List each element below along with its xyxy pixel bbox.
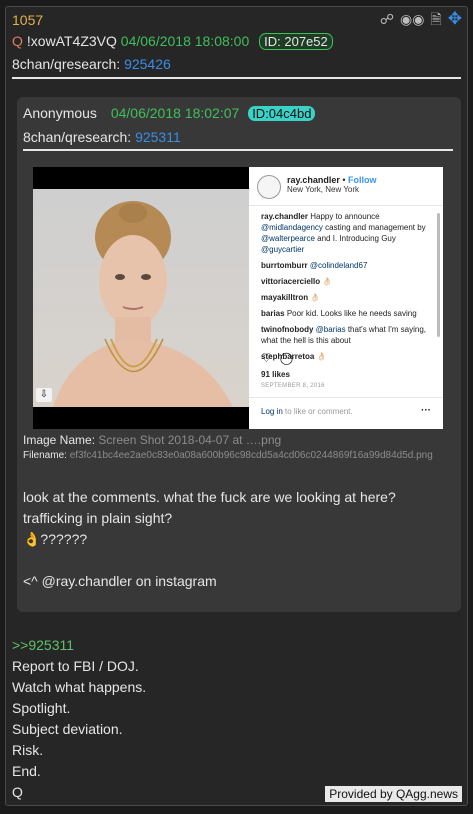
post-line: Report to FBI / DOJ.: [12, 658, 139, 674]
post-header: Q !xowAT4Z3VQ 04/06/2018 18:08:00 ID: 207…: [12, 33, 333, 50]
q-post: 1057 ☍ ◉◉ 🗎 ✥ Q !xowAT4Z3VQ 04/06/2018 18…: [5, 6, 468, 806]
post-signature: Q: [12, 784, 23, 800]
quote-line: [23, 550, 396, 571]
reply-link[interactable]: >>925311: [12, 635, 146, 656]
vr-icon[interactable]: ◉◉: [400, 11, 424, 27]
quote-line: <^ @ray.chandler on instagram: [23, 573, 217, 589]
quote-thread-link[interactable]: 925311: [135, 129, 181, 145]
post-line: Subject deviation.: [12, 721, 123, 737]
quote-date: 04/06/2018 18:02:07: [110, 105, 240, 121]
ig-login-prompt: Log in to like or comment.: [261, 407, 353, 416]
ig-scrollbar[interactable]: [437, 213, 440, 337]
post-line: End.: [12, 763, 41, 779]
thread-link[interactable]: 925426: [124, 56, 171, 72]
quote-id-badge[interactable]: ID:04c4bd: [248, 106, 316, 121]
credit-watermark: Provided by QAgg.news: [325, 786, 462, 802]
ig-comment: burrtomburr @colindeland67: [261, 261, 368, 270]
ig-likes[interactable]: 91 likes: [261, 370, 290, 379]
divider: [12, 77, 461, 79]
ig-caption: ray.chandler Happy to announce @midlanda…: [261, 212, 426, 254]
ig-login-link[interactable]: Log in: [261, 407, 283, 416]
post-line: Watch what happens.: [12, 679, 147, 695]
ig-follow-button[interactable]: Follow: [348, 175, 377, 185]
portrait-photo: ⇩: [33, 189, 249, 407]
ig-actions: ♡ ◯: [261, 351, 293, 365]
quote-line: 👌??????: [23, 531, 88, 547]
post-toolbar: ☍ ◉◉ 🗎 ✥: [380, 10, 462, 27]
more-options-icon[interactable]: ···: [421, 405, 431, 416]
ig-comment: twinofnobody @barias that's what I'm say…: [261, 325, 427, 345]
image-name: Image Name: Screen Shot 2018-04-07 at ….…: [23, 433, 282, 447]
ig-comments: ray.chandler Happy to announce @midlanda…: [261, 211, 429, 367]
quote-source: 8chan/qresearch: 925311: [23, 129, 181, 145]
save-image-icon[interactable]: ⇩: [36, 388, 52, 402]
comment-icon[interactable]: ◯: [280, 351, 293, 365]
ig-comment: barias Poor kid. Looks like he needs sav…: [261, 309, 417, 318]
ig-comment: vittoriacerciello 👌🏻: [261, 277, 333, 286]
ig-header: ray.chandler • Follow New York, New York: [257, 175, 377, 199]
post-body: >>925311 Report to FBI / DOJ. Watch what…: [12, 635, 146, 803]
post-date: 04/06/2018 18:08:00: [120, 33, 250, 49]
instagram-panel: ray.chandler • Follow New York, New York…: [249, 167, 443, 429]
q-icon: Q: [12, 33, 23, 49]
ig-post-date: SEPTEMBER 8, 2016: [261, 383, 325, 389]
post-line: Risk.: [12, 742, 44, 758]
quote-header: Anonymous 04/06/2018 18:02:07 ID:04c4bd: [23, 105, 316, 121]
move-icon[interactable]: ✥: [448, 10, 462, 27]
quote-line: look at the comments. what the fuck are …: [23, 489, 396, 505]
quote-divider: [23, 149, 453, 151]
ig-divider-bottom: [249, 397, 443, 398]
ig-comment: mayakilltron 👌🏻: [261, 293, 321, 302]
ig-divider: [249, 205, 443, 206]
quote-body: look at the comments. what the fuck are …: [23, 487, 396, 592]
ig-username[interactable]: ray.chandler: [287, 175, 340, 185]
tripcode: !xowAT4Z3VQ: [26, 33, 117, 49]
attached-image[interactable]: ⇩ ray.chandler • Follow New York, New Yo…: [33, 167, 443, 429]
share-icon[interactable]: ☍: [380, 11, 394, 27]
post-source: 8chan/qresearch: 925426: [12, 56, 171, 72]
ig-location[interactable]: New York, New York: [287, 185, 377, 194]
post-id-badge[interactable]: ID: 207e52: [259, 33, 333, 50]
quote-author: Anonymous: [23, 105, 97, 121]
quoted-post: Anonymous 04/06/2018 18:02:07 ID:04c4bd …: [17, 97, 461, 612]
image-filename: Filename: ef3fc41bc4ee2ae0c83e0a08a600b9…: [23, 450, 433, 461]
ig-avatar[interactable]: [257, 175, 281, 199]
heart-icon[interactable]: ♡: [261, 351, 272, 365]
document-icon[interactable]: 🗎: [430, 11, 441, 27]
quote-line: trafficking in plain sight?: [23, 510, 173, 526]
post-number[interactable]: 1057: [12, 12, 43, 28]
post-line: Spotlight.: [12, 700, 71, 716]
board-label: 8chan/qresearch:: [12, 56, 121, 72]
quote-board-label: 8chan/qresearch:: [23, 129, 132, 145]
